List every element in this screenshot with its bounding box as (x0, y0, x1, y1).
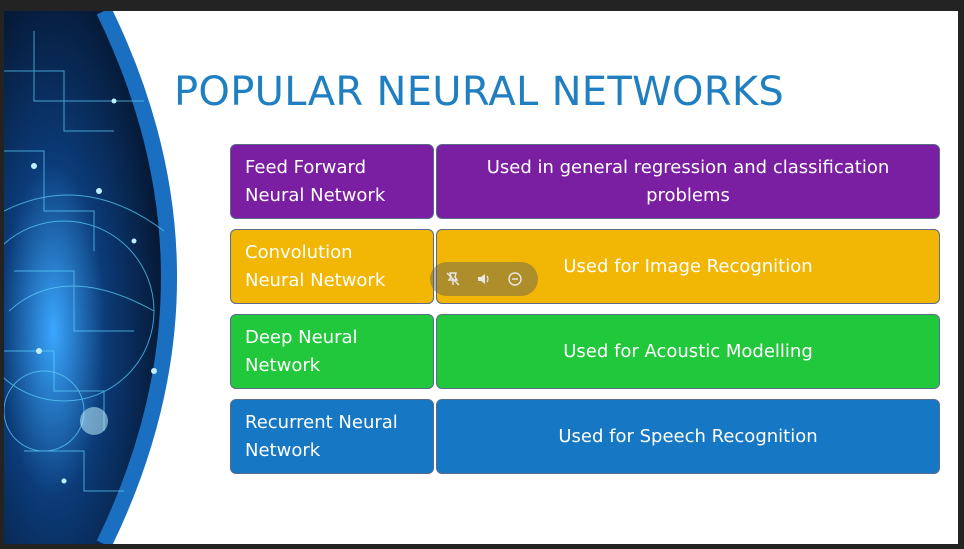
network-description-line: problems (646, 184, 730, 206)
network-description-line: Used for Speech Recognition (558, 425, 818, 447)
network-name-line: Network (245, 354, 321, 376)
network-name-line: Neural Network (245, 184, 386, 206)
network-name-cell: Deep Neural Network (230, 314, 434, 389)
network-name-line: Recurrent Neural (245, 411, 398, 433)
presentation-slide: POPULAR NEURAL NETWORKS Feed Forward Neu… (4, 11, 958, 544)
network-description-line: Used for Image Recognition (563, 255, 813, 277)
network-description-line: Used for Acoustic Modelling (563, 340, 813, 362)
network-name-line: Feed Forward (245, 156, 367, 178)
table-row: Deep Neural Network Used for Acoustic Mo… (230, 314, 942, 391)
table-row: Convolution Neural Network Used for Imag… (230, 229, 942, 306)
volume-icon[interactable] (473, 268, 495, 290)
minus-circle-icon[interactable] (504, 268, 526, 290)
media-controls-overlay (430, 262, 538, 296)
table-row: Feed Forward Neural Network Used in gene… (230, 144, 942, 221)
network-name-line: Deep Neural (245, 326, 358, 348)
network-name-cell: Recurrent Neural Network (230, 399, 434, 474)
table-row: Recurrent Neural Network Used for Speech… (230, 399, 942, 476)
network-name-line: Convolution (245, 241, 353, 263)
network-description-cell: Used in general regression and classific… (436, 144, 940, 219)
network-table: Feed Forward Neural Network Used in gene… (230, 144, 942, 484)
network-name-cell: Convolution Neural Network (230, 229, 434, 304)
network-name-line: Neural Network (245, 269, 386, 291)
network-name-line: Network (245, 439, 321, 461)
network-name-cell: Feed Forward Neural Network (230, 144, 434, 219)
pin-off-icon[interactable] (442, 268, 464, 290)
network-description-line: Used in general regression and classific… (486, 156, 890, 178)
slide-title: POPULAR NEURAL NETWORKS (174, 69, 785, 115)
screen-frame: POPULAR NEURAL NETWORKS Feed Forward Neu… (0, 0, 964, 549)
network-description-cell: Used for Speech Recognition (436, 399, 940, 474)
network-description-cell: Used for Acoustic Modelling (436, 314, 940, 389)
